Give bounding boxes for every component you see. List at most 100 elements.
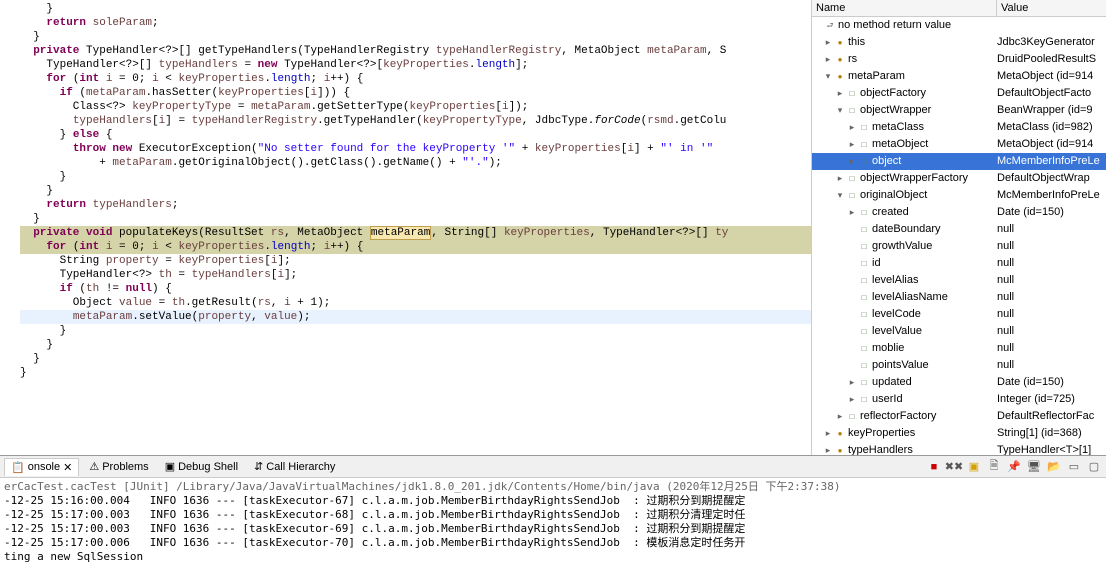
- code-line[interactable]: if (metaParam.hasSetter(keyProperties[i]…: [20, 86, 811, 100]
- field-icon: □: [858, 360, 870, 372]
- code-line[interactable]: }: [20, 366, 811, 380]
- code-line[interactable]: String property = keyProperties[i];: [20, 254, 811, 268]
- console-line: ting a new SqlSession: [4, 550, 1102, 564]
- var-name: dateBoundary: [872, 221, 941, 238]
- code-line[interactable]: return typeHandlers;: [20, 198, 811, 212]
- variable-row[interactable]: □levelCodenull: [812, 306, 1106, 323]
- variables-panel[interactable]: Name Value ⮐ no method return value ●thi…: [812, 0, 1106, 455]
- expander-icon[interactable]: [824, 34, 832, 51]
- terminate-icon[interactable]: ■: [926, 459, 942, 475]
- variable-row[interactable]: □createdDate (id=150): [812, 204, 1106, 221]
- clear-icon[interactable]: 🗎: [986, 459, 1002, 475]
- variable-row[interactable]: □levelAliasnull: [812, 272, 1106, 289]
- code-line[interactable]: }: [20, 30, 811, 44]
- code-line[interactable]: TypeHandler<?> th = typeHandlers[i];: [20, 268, 811, 282]
- variable-row[interactable]: □originalObjectMcMemberInfoPreLe: [812, 187, 1106, 204]
- variable-row[interactable]: ●rsDruidPooledResultS: [812, 51, 1106, 68]
- var-name: levelAliasName: [872, 289, 948, 306]
- variable-row[interactable]: □moblienull: [812, 340, 1106, 357]
- expander-icon[interactable]: [848, 204, 856, 221]
- code-line[interactable]: return soleParam;: [20, 16, 811, 30]
- code-line[interactable]: }: [20, 2, 811, 16]
- display-icon[interactable]: 🖥: [1026, 459, 1042, 475]
- code-line[interactable]: }: [20, 338, 811, 352]
- code-line[interactable]: metaParam.setValue(property, value);: [20, 310, 811, 324]
- expander-icon[interactable]: [848, 136, 856, 153]
- expander-icon[interactable]: [824, 51, 832, 68]
- variable-row[interactable]: □dateBoundarynull: [812, 221, 1106, 238]
- field-icon: □: [858, 394, 870, 406]
- variable-row[interactable]: □metaClassMetaClass (id=982): [812, 119, 1106, 136]
- variable-row[interactable]: □objectFactoryDefaultObjectFacto: [812, 85, 1106, 102]
- field-icon: □: [858, 241, 870, 253]
- code-line[interactable]: Object value = th.getResult(rs, i + 1);: [20, 296, 811, 310]
- max-icon[interactable]: ▢: [1086, 459, 1102, 475]
- code-line[interactable]: }: [20, 324, 811, 338]
- open-icon[interactable]: 📂: [1046, 459, 1062, 475]
- tab-console[interactable]: 📋 onsole ✕: [4, 458, 79, 476]
- scroll-lock-icon[interactable]: ▣: [966, 459, 982, 475]
- var-value: McMemberInfoPreLe: [997, 153, 1106, 170]
- code-line[interactable]: throw new ExecutorException("No setter f…: [20, 142, 811, 156]
- expander-icon[interactable]: [836, 408, 844, 425]
- code-line[interactable]: Class<?> keyPropertyType = metaParam.get…: [20, 100, 811, 114]
- code-line[interactable]: private TypeHandler<?>[] getTypeHandlers…: [20, 44, 811, 58]
- variable-row[interactable]: □metaObjectMetaObject (id=914: [812, 136, 1106, 153]
- tab-debug-shell[interactable]: ▣ Debug Shell: [159, 458, 244, 475]
- code-line[interactable]: } else {: [20, 128, 811, 142]
- code-line[interactable]: + metaParam.getOriginalObject().getClass…: [20, 156, 811, 170]
- expander-icon[interactable]: [848, 374, 856, 391]
- expander-icon[interactable]: [848, 153, 856, 170]
- code-line[interactable]: }: [20, 170, 811, 184]
- console-line: -12-25 15:17:00.006 INFO 1636 --- [taskE…: [4, 536, 1102, 550]
- code-line[interactable]: private void populateKeys(ResultSet rs, …: [20, 226, 811, 240]
- variable-row[interactable]: □updatedDate (id=150): [812, 374, 1106, 391]
- expander-icon[interactable]: [836, 170, 844, 187]
- variable-row[interactable]: □growthValuenull: [812, 238, 1106, 255]
- expander-icon[interactable]: [836, 102, 844, 119]
- pin-icon[interactable]: 📌: [1006, 459, 1022, 475]
- variable-row[interactable]: □pointsValuenull: [812, 357, 1106, 374]
- variable-row[interactable]: □idnull: [812, 255, 1106, 272]
- variable-row[interactable]: ●keyPropertiesString[1] (id=368): [812, 425, 1106, 442]
- field-icon: □: [846, 411, 858, 423]
- variable-row[interactable]: □reflectorFactoryDefaultReflectorFac: [812, 408, 1106, 425]
- variable-row[interactable]: □levelValuenull: [812, 323, 1106, 340]
- code-line[interactable]: }: [20, 184, 811, 198]
- code-line[interactable]: for (int i = 0; i < keyProperties.length…: [20, 240, 811, 254]
- var-name: object: [872, 153, 901, 170]
- tab-problems[interactable]: ⚠ Problems: [83, 458, 154, 475]
- variable-row[interactable]: □objectWrapperBeanWrapper (id=9: [812, 102, 1106, 119]
- close-icon[interactable]: ✕: [63, 461, 72, 474]
- expander-icon[interactable]: [824, 68, 832, 85]
- expander-icon[interactable]: [848, 391, 856, 408]
- tab-call-hierarchy[interactable]: ⇵ Call Hierarchy: [248, 458, 341, 475]
- var-name: keyProperties: [848, 425, 915, 442]
- expander-icon[interactable]: [836, 85, 844, 102]
- variable-row[interactable]: □levelAliasNamenull: [812, 289, 1106, 306]
- variable-row[interactable]: □userIdInteger (id=725): [812, 391, 1106, 408]
- variable-row[interactable]: □objectWrapperFactoryDefaultObjectWrap: [812, 170, 1106, 187]
- variable-row[interactable]: ●metaParamMetaObject (id=914: [812, 68, 1106, 85]
- var-value: MetaObject (id=914: [997, 68, 1106, 85]
- code-line[interactable]: }: [20, 212, 811, 226]
- code-line[interactable]: for (int i = 0; i < keyProperties.length…: [20, 72, 811, 86]
- expander-icon[interactable]: [824, 425, 832, 442]
- code-line[interactable]: }: [20, 352, 811, 366]
- variable-row[interactable]: □objectMcMemberInfoPreLe: [812, 153, 1106, 170]
- field-icon: □: [858, 275, 870, 287]
- code-line[interactable]: typeHandlers[i] = typeHandlerRegistry.ge…: [20, 114, 811, 128]
- expander-icon[interactable]: [836, 187, 844, 204]
- var-value: null: [997, 255, 1106, 272]
- object-icon: ●: [834, 428, 846, 440]
- remove-all-icon[interactable]: ✖✖: [946, 459, 962, 475]
- code-line[interactable]: TypeHandler<?>[] typeHandlers = new Type…: [20, 58, 811, 72]
- variable-row[interactable]: ●thisJdbc3KeyGenerator: [812, 34, 1106, 51]
- code-editor[interactable]: } return soleParam; } private TypeHandle…: [0, 0, 812, 455]
- variable-row[interactable]: ●typeHandlersTypeHandler<T>[1]: [812, 442, 1106, 455]
- min-icon[interactable]: ▭: [1066, 459, 1082, 475]
- code-line[interactable]: if (th != null) {: [20, 282, 811, 296]
- console-output[interactable]: erCacTest.cacTest [JUnit] /Library/Java/…: [0, 478, 1106, 583]
- expander-icon[interactable]: [824, 442, 832, 455]
- expander-icon[interactable]: [848, 119, 856, 136]
